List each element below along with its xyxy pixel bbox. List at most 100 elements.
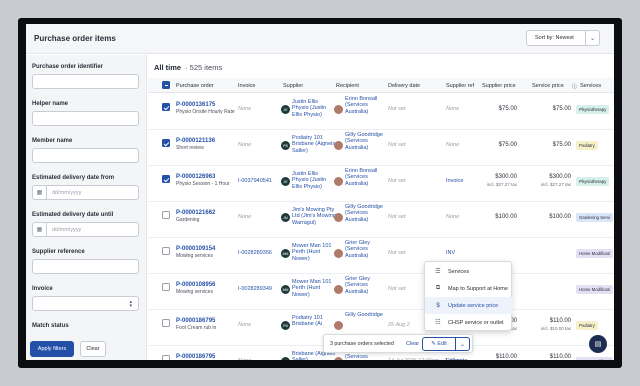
- col-delivery-date[interactable]: Delivery date: [388, 83, 420, 89]
- table-row[interactable]: P-0000121662 Gardening None JM Jim's Mowing …: [148, 202, 614, 238]
- invoice-value[interactable]: I-0028289349: [238, 286, 272, 292]
- clear-selection-button[interactable]: Clear: [406, 341, 419, 347]
- po-link[interactable]: P-0000136175: [176, 102, 215, 108]
- col-purchase-order[interactable]: Purchase order: [176, 83, 214, 89]
- delivery-until-input[interactable]: ▦ dd/mm/yyyy: [32, 222, 139, 237]
- supplier-tax: incl. $27.27 tax: [486, 182, 517, 187]
- supplier-link[interactable]: Jim's Mowing Pty Ltd (Jim's Mowing Warra…: [292, 207, 336, 226]
- col-service-price[interactable]: Service price: [532, 83, 564, 89]
- apply-filters-button[interactable]: Apply filters: [30, 341, 74, 357]
- invoice-value[interactable]: I-0028289356: [238, 250, 272, 256]
- col-supplier-price[interactable]: Supplier price: [482, 83, 516, 89]
- avatar: [334, 141, 343, 150]
- recipient-link[interactable]: Erinn Bonsall (Services Australia): [345, 168, 387, 187]
- select-all-checkbox[interactable]: [162, 81, 170, 89]
- supplier-link[interactable]: Justin Ellis Physio (Justin Ellis Physio…: [292, 99, 336, 118]
- row-checkbox[interactable]: [162, 139, 170, 147]
- row-checkbox[interactable]: [162, 319, 170, 327]
- filter-label-delivery-until: Estimated delivery date until: [32, 212, 114, 218]
- helper-name-input[interactable]: [32, 111, 139, 126]
- po-identifier-input[interactable]: [32, 74, 139, 89]
- supplier-ref[interactable]: INV: [446, 250, 455, 256]
- col-supplier[interactable]: Supplier: [283, 83, 303, 89]
- avatar: [334, 321, 343, 330]
- table-row[interactable]: P-0000108956 Mowing services I-0028289349 M…: [148, 274, 614, 310]
- supplier-link[interactable]: Mower Man 101 Perth (Hunt Nower): [292, 243, 336, 262]
- edit-button[interactable]: ✎ Edit: [423, 341, 455, 347]
- row-checkbox[interactable]: [162, 103, 170, 111]
- menu-item-label: Update service price: [448, 302, 499, 309]
- service-price: $100.00: [549, 214, 571, 220]
- po-link[interactable]: P-0000108956: [176, 282, 215, 288]
- supplier-link[interactable]: Mower Man 101 Perth (Hunt Nower): [292, 279, 336, 298]
- table-row[interactable]: P-0000109154 Mowing services I-0028289356 M…: [148, 238, 614, 274]
- menu-item-chsp[interactable]: ☷ CHSP service or outlet: [425, 314, 513, 331]
- time-scope: All time: [154, 63, 182, 72]
- supplier-avatar: MM: [281, 249, 290, 258]
- supplier-avatar: JM: [281, 213, 290, 222]
- edit-label: Edit: [437, 341, 447, 347]
- edit-split-button[interactable]: ✎ Edit ⌄: [422, 337, 470, 351]
- row-checkbox[interactable]: [162, 355, 170, 360]
- avatar: [334, 249, 343, 258]
- chat-icon[interactable]: ▤: [589, 335, 607, 353]
- po-link[interactable]: P-0000126963: [176, 174, 215, 180]
- filter-label-supplier-ref: Supplier reference: [32, 249, 85, 255]
- supplier-link[interactable]: Justin Ellis Physio (Justin Ellis Physio…: [292, 171, 336, 190]
- col-services[interactable]: Services: [580, 83, 601, 89]
- table-row[interactable]: P-0000136175 Physio Onsite Hourly Rate Non…: [148, 94, 614, 130]
- supplier-ref: None: [446, 214, 460, 220]
- clear-filters-button[interactable]: Clear: [80, 341, 106, 357]
- delivery-from-input[interactable]: ▦ dd/mm/yyyy: [32, 185, 139, 200]
- menu-item-services[interactable]: ☰ Services: [425, 263, 513, 280]
- filter-sidebar: Purchase order identifier Helper name Me…: [26, 55, 147, 360]
- po-description: Foot Cream rub in: [176, 325, 217, 331]
- sort-dropdown[interactable]: Sort by: Newest ⌄: [526, 30, 600, 46]
- recipient-link[interactable]: Erinn Bonsall (Services Australia): [345, 96, 387, 115]
- po-description: Gardening: [176, 217, 200, 223]
- service-tax: incl. $10.00 tax: [540, 326, 571, 331]
- po-description: Physio Session - 1 Hour: [176, 181, 230, 187]
- service-price: $75.00: [552, 142, 571, 148]
- po-link[interactable]: P-0000121662: [176, 210, 215, 216]
- recipient-link[interactable]: Gilly Goodridge: [345, 312, 387, 318]
- delivery-date: Not set: [388, 142, 406, 148]
- recipient-link[interactable]: Gilly Goodridge (Services Australia): [345, 204, 387, 223]
- supplier-ref[interactable]: Estimate: [446, 358, 467, 360]
- supplier-reference-input[interactable]: [32, 259, 139, 274]
- recipient-link[interactable]: Grier Gley (Services Australia): [345, 276, 387, 295]
- supplier-price: $300.00: [495, 174, 517, 180]
- menu-item-map-support[interactable]: ⧉ Map to Support at Home: [425, 280, 513, 297]
- po-link[interactable]: P-0000186795: [176, 318, 215, 324]
- row-checkbox[interactable]: [162, 247, 170, 255]
- col-recipient[interactable]: Recipient: [336, 83, 359, 89]
- chevron-down-icon[interactable]: ⌄: [455, 338, 469, 350]
- menu-item-update-price[interactable]: $ Update service price: [425, 297, 513, 314]
- filter-label-member: Member name: [32, 138, 73, 144]
- supplier-link[interactable]: Podiatry 101 Brisbane (Aigneis Saller): [292, 135, 336, 154]
- service-tax: incl. $27.27 tax: [540, 182, 571, 187]
- supplier-link[interactable]: Podiatry 101 Brisbane (Ai: [292, 315, 336, 328]
- row-checkbox[interactable]: [162, 175, 170, 183]
- items-table: All time · 525 items Purchase order Invoi…: [148, 55, 614, 360]
- service-badge: Home Modificati: [576, 249, 613, 258]
- row-checkbox[interactable]: [162, 211, 170, 219]
- updown-icon: ▴ ▾: [129, 298, 132, 309]
- po-link[interactable]: P-0000121136: [176, 138, 215, 144]
- invoice-value[interactable]: I-0037940541: [238, 178, 272, 184]
- invoice-value: None: [238, 214, 252, 220]
- invoice-select[interactable]: ▴ ▾: [32, 296, 139, 311]
- row-checkbox[interactable]: [162, 283, 170, 291]
- table-row[interactable]: P-0000121136 Short review None PB Podiatry 1…: [148, 130, 614, 166]
- member-name-input[interactable]: [32, 148, 139, 163]
- table-row[interactable]: P-0000126963 Physio Session - 1 Hour I-003…: [148, 166, 614, 202]
- col-supplier-ref[interactable]: Supplier ref: [446, 83, 474, 89]
- supplier-avatar: MM: [281, 285, 290, 294]
- po-link[interactable]: P-0000109154: [176, 246, 215, 252]
- recipient-link[interactable]: Grier Gley (Services Australia): [345, 240, 387, 259]
- po-link[interactable]: P-0000186795: [176, 354, 215, 360]
- col-invoice[interactable]: Invoice: [238, 83, 255, 89]
- supplier-ref[interactable]: Invoice: [446, 178, 463, 184]
- recipient-link[interactable]: Gilly Goodridge (Services Australia): [345, 132, 387, 151]
- invoice-value: None: [238, 142, 252, 148]
